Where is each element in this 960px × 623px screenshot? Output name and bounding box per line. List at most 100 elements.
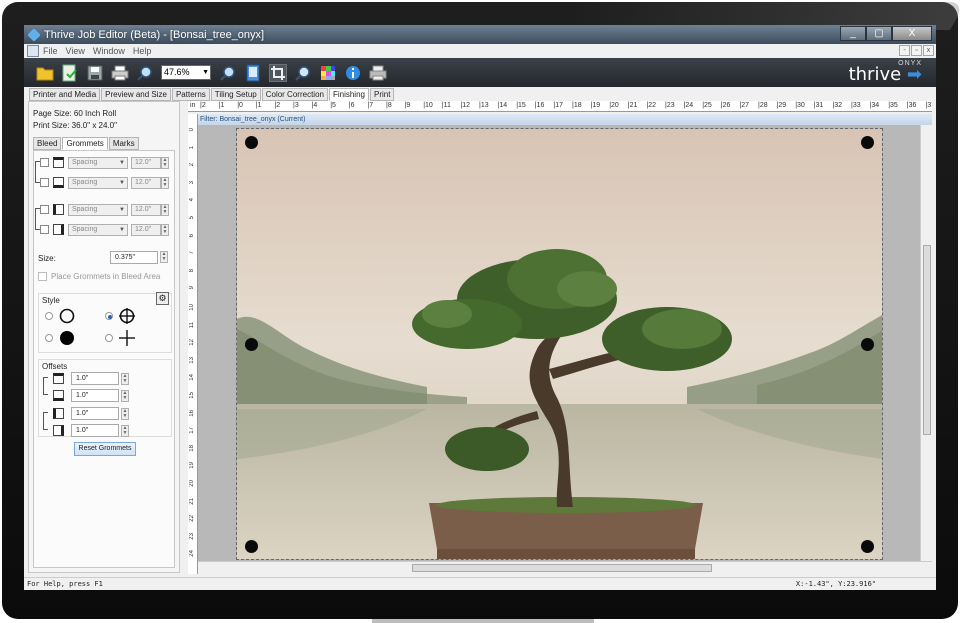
style-radio-filled-circle[interactable] [45, 334, 53, 342]
crop-icon[interactable] [269, 63, 287, 82]
left-checkbox[interactable] [40, 205, 49, 214]
save-icon[interactable] [86, 64, 104, 82]
top-value-field[interactable]: 12.0" [131, 156, 161, 169]
top-mode-select[interactable]: Spacing ▼ [68, 156, 128, 169]
top-checkbox[interactable] [40, 158, 49, 167]
minimize-button[interactable]: _ [840, 26, 866, 41]
zoom-out-icon[interactable] [136, 64, 154, 82]
link-chain-icon[interactable] [43, 412, 48, 430]
tab-print[interactable]: Print [369, 88, 395, 101]
export-icon[interactable] [61, 64, 79, 82]
top-edge-icon [53, 157, 64, 168]
right-stepper[interactable]: ▲ ▼ [161, 223, 169, 236]
document-icon[interactable] [27, 45, 39, 57]
maximize-button[interactable]: ▢ [866, 26, 892, 41]
grommet-bottom-left [245, 540, 258, 553]
bottom-mode-select[interactable]: Spacing ▼ [68, 176, 128, 189]
top-stepper[interactable]: ▲ ▼ [161, 156, 169, 169]
subtab-marks[interactable]: Marks [108, 137, 139, 150]
app-logo-icon [27, 27, 41, 42]
ruler-tick: 6 [189, 233, 195, 237]
style-radio-open-circle[interactable] [45, 312, 53, 320]
vertical-scrollbar[interactable] [920, 125, 932, 561]
vertical-ruler: 0 1 2 3 4 5 6 7 8 9 10 11 12 13 14 15 16 17 18 19 20 21 22 23 24 [188, 114, 198, 574]
left-value-field[interactable]: 12.0" [131, 203, 161, 216]
tab-finishing[interactable]: Finishing [328, 88, 369, 101]
left-edge-icon [53, 204, 64, 215]
zoom-select[interactable]: 47.6% ▼ [161, 65, 211, 80]
link-chain-icon[interactable] [43, 377, 48, 395]
print-icon[interactable] [111, 64, 129, 82]
bottom-stepper[interactable]: ▲ ▼ [161, 176, 169, 189]
page-icon[interactable] [244, 64, 262, 82]
printer-icon[interactable] [369, 64, 387, 82]
print-preview-image[interactable] [236, 128, 883, 560]
chevron-down-icon: ▼ [119, 206, 125, 213]
offset-left-stepper[interactable]: ▲ ▼ [121, 407, 129, 420]
style-radio-crosshair[interactable] [105, 334, 113, 342]
chevron-down-icon: ▼ [119, 179, 125, 186]
offset-bottom-input[interactable]: 1.0" [71, 389, 119, 402]
offset-right-input[interactable]: 1.0" [71, 424, 119, 437]
ruler-tick: |2 [200, 102, 206, 109]
size-stepper[interactable]: ▲ ▼ [160, 251, 168, 263]
style-group: Style ⚙ [38, 292, 172, 353]
tab-patterns[interactable]: Patterns [171, 88, 210, 101]
doc-restore-button[interactable]: ▫ [911, 45, 922, 56]
chevron-down-icon: ▼ [119, 159, 125, 166]
ruler-tick: |2 [274, 102, 281, 109]
open-folder-icon[interactable] [36, 64, 54, 82]
ruler-tick: |14 [497, 102, 508, 109]
color-grid-icon[interactable] [319, 64, 337, 82]
right-checkbox[interactable] [40, 225, 49, 234]
link-chain-icon[interactable] [35, 161, 40, 183]
doc-close-button[interactable]: x [923, 45, 934, 56]
ruler-tick: 3 [189, 180, 195, 185]
vertical-scroll-thumb[interactable] [923, 245, 931, 435]
close-button[interactable]: X [892, 26, 932, 41]
link-chain-icon[interactable] [35, 208, 40, 230]
tab-printer-and-media[interactable]: Printer and Media [29, 88, 101, 101]
ruler-tick: 21 [189, 497, 195, 505]
menu-help[interactable]: Help [133, 46, 152, 56]
horizontal-ruler: in |2 |1 |0 |1 |2 |3 |4 |5 |6 |7 |8 |9 |10 |11 |12 |13 |1… [188, 101, 932, 112]
size-input[interactable]: 0.375" [110, 251, 158, 264]
ruler-tick: 20 [189, 480, 195, 487]
reset-grommets-button[interactable]: Reset Grommets [74, 442, 136, 456]
horizontal-scrollbar[interactable] [198, 561, 932, 573]
offset-left-input[interactable]: 1.0" [71, 407, 119, 420]
ruler-tick: |1 [218, 102, 225, 109]
doc-minimize-button[interactable]: - [899, 45, 910, 56]
bleed-checkbox[interactable] [38, 272, 47, 281]
tab-color-correction[interactable]: Color Correction [261, 88, 328, 101]
menu-window[interactable]: Window [93, 46, 125, 56]
style-radio-crosshair-circle[interactable] [105, 312, 113, 320]
bottom-checkbox[interactable] [40, 178, 49, 187]
magnify-icon[interactable] [294, 64, 312, 82]
ruler-tick: |1 [255, 102, 262, 109]
subtab-grommets[interactable]: Grommets [62, 137, 108, 150]
left-stepper[interactable]: ▲ ▼ [161, 203, 169, 216]
tab-tiling-setup[interactable]: Tiling Setup [210, 88, 261, 101]
ruler-tick: 16 [189, 409, 195, 417]
menu-view[interactable]: View [66, 46, 85, 56]
menu-file[interactable]: File [43, 46, 58, 56]
subtab-bleed[interactable]: Bleed [33, 137, 62, 150]
right-value-field[interactable]: 12.0" [131, 223, 161, 236]
bottom-value-field[interactable]: 12.0" [131, 176, 161, 189]
right-mode-select[interactable]: Spacing ▼ [68, 223, 128, 236]
zoom-in-icon[interactable] [219, 64, 237, 82]
left-mode-select[interactable]: Spacing ▼ [68, 203, 128, 216]
info-icon[interactable] [344, 64, 362, 82]
horizontal-scroll-thumb[interactable] [412, 564, 712, 572]
brand-large: thrive ➡ [848, 64, 922, 85]
offset-bottom-stepper[interactable]: ▲ ▼ [121, 389, 129, 402]
gear-icon[interactable]: ⚙ [156, 292, 169, 305]
ruler-tick: 4 [189, 198, 195, 202]
offset-top-stepper[interactable]: ▲ ▼ [121, 372, 129, 385]
offset-top-input[interactable]: 1.0" [71, 372, 119, 385]
crosshair-circle-icon [119, 308, 135, 324]
offsets-group: Offsets 1.0" ▲ ▼ 1.0" ▲ ▼ 1.0" ▲ ▼ 1.0" … [38, 359, 172, 437]
tab-preview-and-size[interactable]: Preview and Size [101, 88, 171, 101]
offset-right-stepper[interactable]: ▲ ▼ [121, 424, 129, 437]
